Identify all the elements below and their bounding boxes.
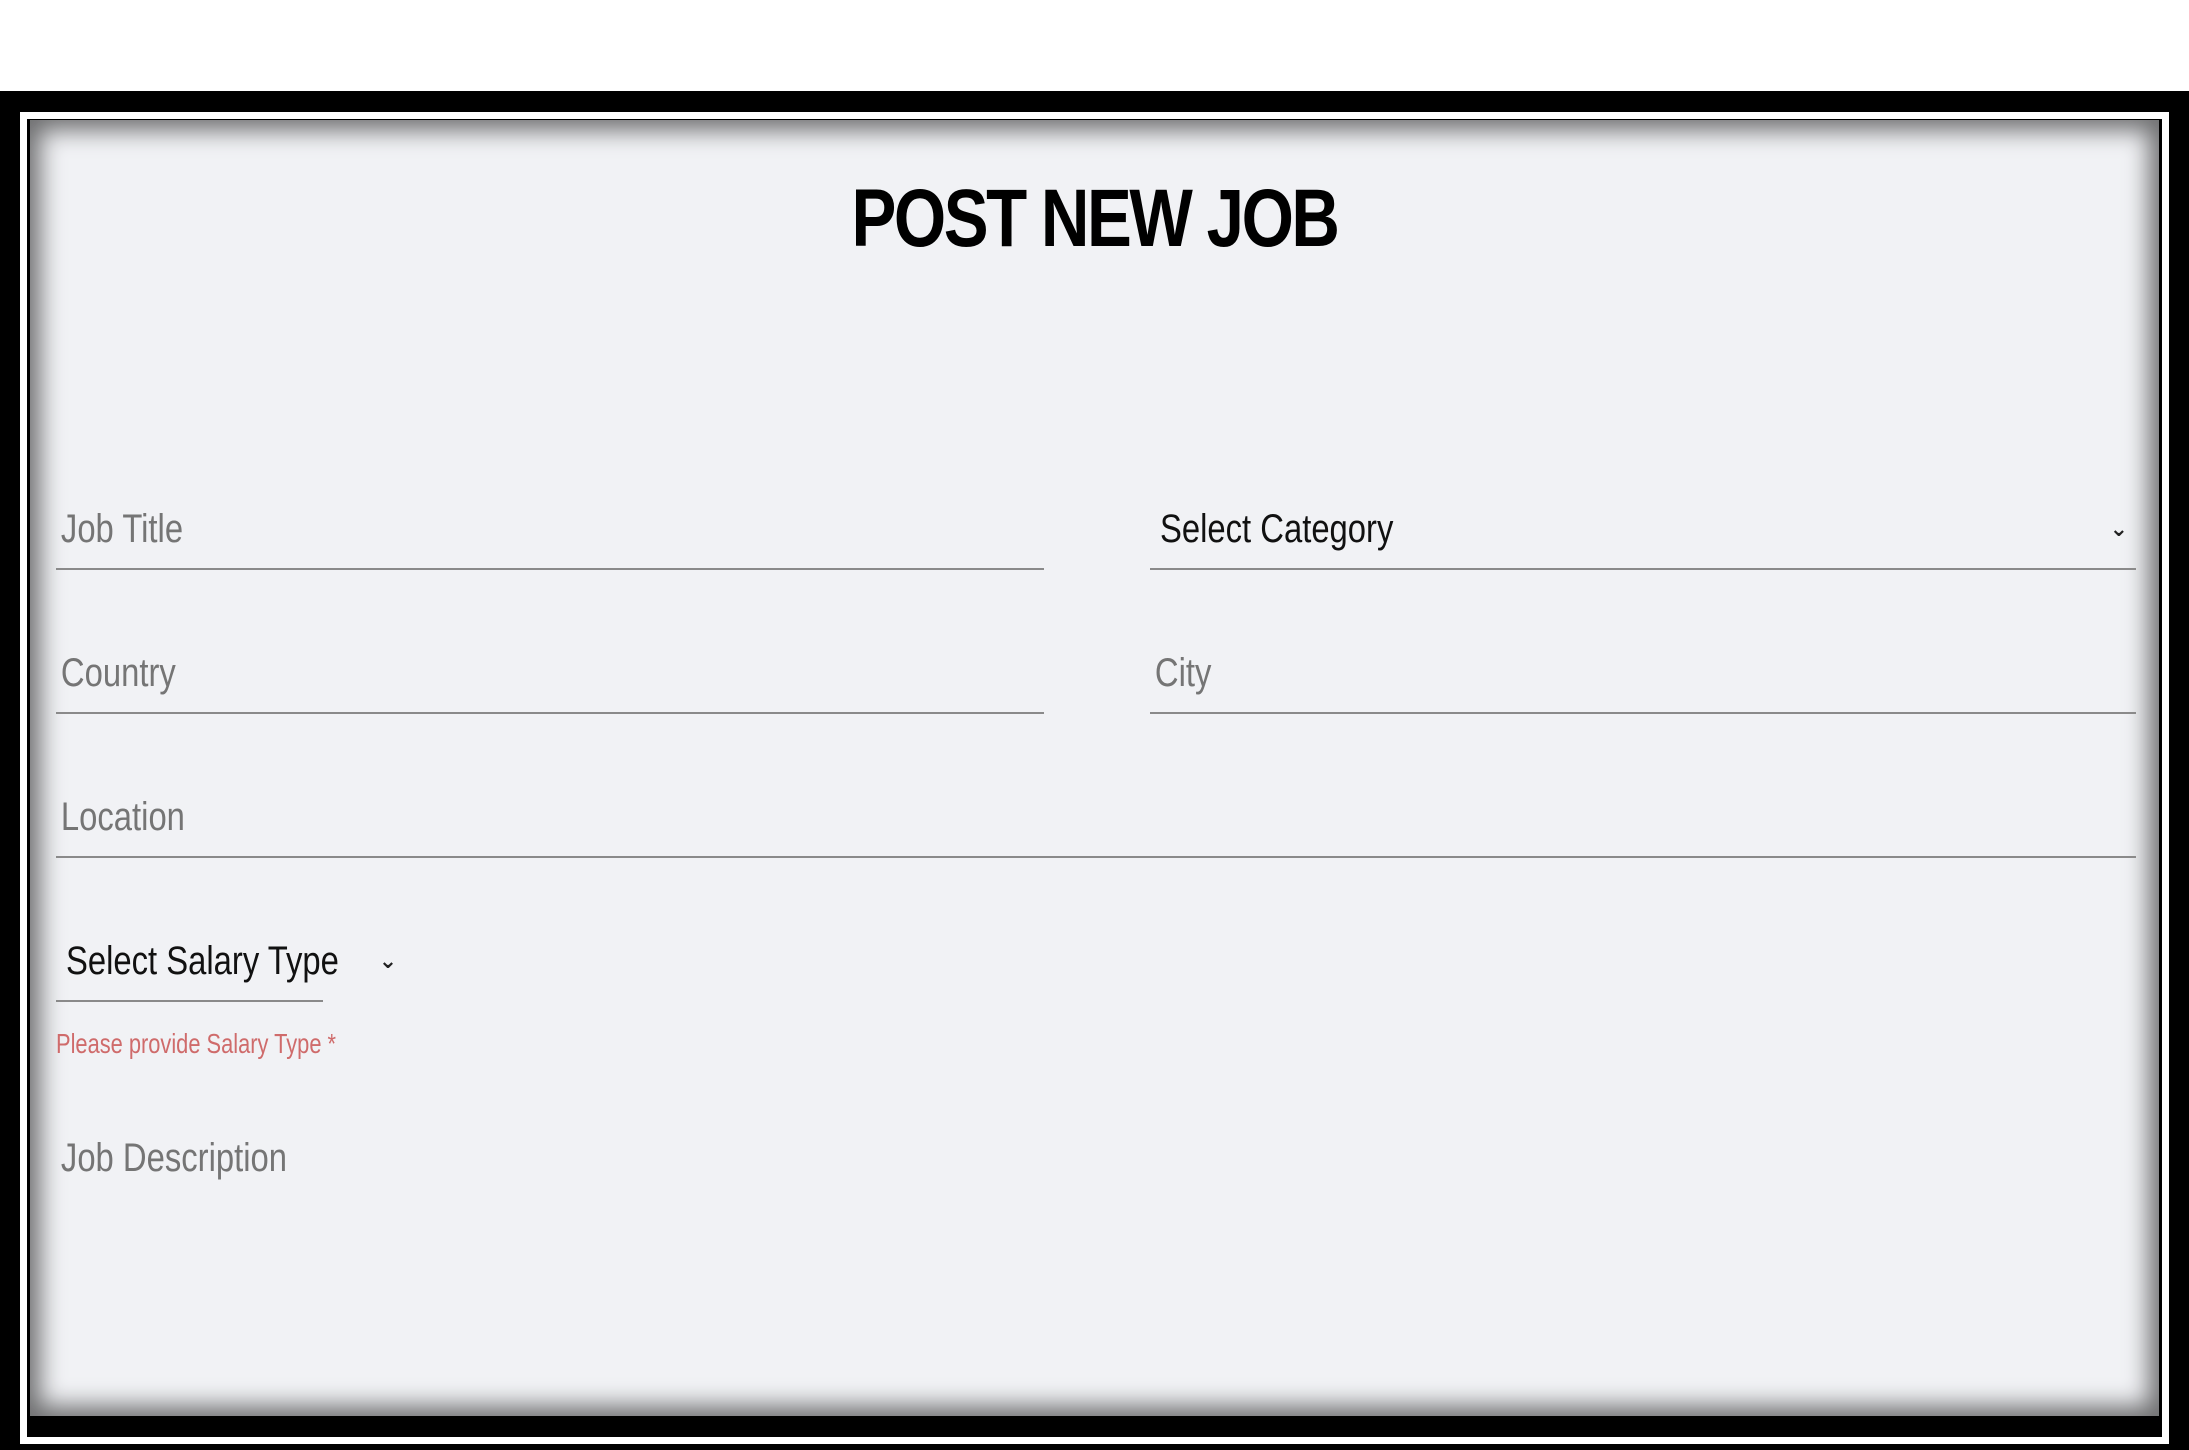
city-input[interactable] (1150, 634, 1959, 712)
chevron-down-icon: ⌄ (2109, 516, 2128, 542)
salary-type-select-value: Select Salary Type (66, 938, 339, 983)
country-field (56, 634, 1044, 714)
job-description-textarea[interactable] (56, 1130, 1762, 1400)
page-title: POST NEW JOB (851, 173, 1340, 264)
job-description-field (56, 1130, 2136, 1400)
location-input[interactable] (56, 778, 1762, 856)
category-select-value: Select Category (1160, 506, 1394, 551)
job-title-field (56, 490, 1044, 570)
job-title-input[interactable] (56, 490, 867, 568)
country-input[interactable] (56, 634, 867, 712)
category-select[interactable]: Select Category ⌄ (1150, 490, 2136, 570)
location-field (56, 778, 2136, 858)
salary-type-error-message: Please provide Salary Type * (56, 1028, 337, 1059)
city-field (1150, 634, 2136, 714)
chevron-down-icon: ⌄ (378, 948, 398, 974)
salary-type-select[interactable]: Select Salary Type ⌄ (56, 922, 397, 1002)
